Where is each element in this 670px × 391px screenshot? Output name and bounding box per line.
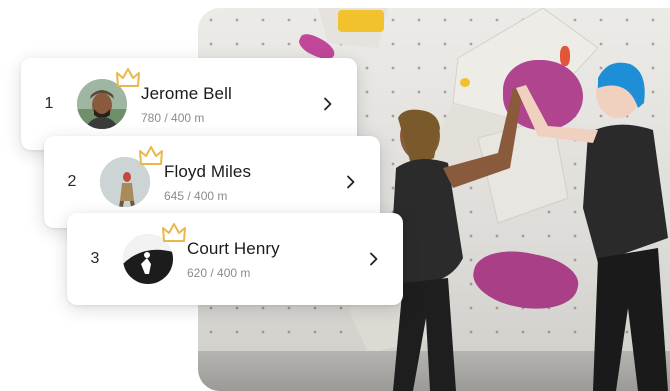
avatar — [123, 223, 186, 284]
climber-distance: 620 / 400 m — [187, 265, 251, 280]
entry-info: Court Henry 620 / 400 m — [187, 239, 367, 280]
rank-number: 2 — [67, 173, 77, 190]
chevron-right-icon[interactable] — [321, 97, 335, 111]
climber-name: Floyd Miles — [164, 161, 252, 181]
climber-distance: 645 / 400 m — [164, 188, 228, 203]
climber-name: Jerome Bell — [141, 83, 232, 103]
crown-icon — [116, 68, 140, 87]
chevron-right-icon[interactable] — [367, 252, 381, 266]
avatar — [100, 146, 163, 207]
rank-number: 3 — [90, 250, 100, 267]
climber-distance: 780 / 400 m — [141, 110, 205, 125]
leaderboard-entry-3[interactable]: 3 Court Henry 620 / 400 m — [67, 213, 403, 305]
crown-icon — [139, 146, 163, 165]
rank-number: 1 — [44, 95, 54, 112]
entry-info: Floyd Miles 645 / 400 m — [164, 162, 344, 203]
chevron-right-icon[interactable] — [344, 175, 358, 189]
entry-info: Jerome Bell 780 / 400 m — [141, 84, 321, 125]
avatar — [77, 68, 140, 129]
climber-name: Court Henry — [187, 238, 280, 258]
crown-icon — [162, 223, 186, 242]
